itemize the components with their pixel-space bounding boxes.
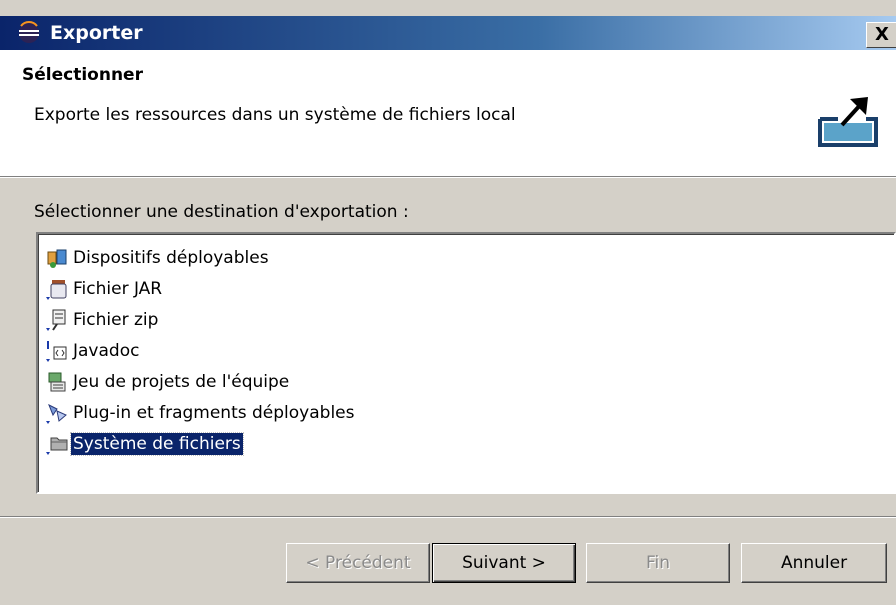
finish-button[interactable]: Fin [586,543,730,583]
file-system-icon [46,437,68,455]
finish-button-label: Fin [645,553,671,573]
jar-file-icon [46,280,67,300]
list-item-label: Fichier zip [73,310,159,330]
export-icon [818,97,878,147]
page-description: Exporte les ressources dans un système d… [34,105,516,125]
zip-file-icon [46,309,66,331]
footer-divider-highlight [0,517,896,518]
close-button[interactable]: X [866,22,896,48]
deployable-devices-icon [47,249,67,268]
back-button-label: < Précédent [305,553,411,573]
back-button[interactable]: < Précédent [286,543,430,583]
list-item-zip-file[interactable]: Fichier zip [45,305,160,335]
export-dialog: Exporter X Sélectionner Exporte les ress… [0,0,896,605]
plugin-fragments-icon [46,403,67,424]
list-item-file-system[interactable]: Système de fichiers [45,429,244,459]
list-item-label: Fichier JAR [73,279,163,299]
next-button[interactable]: Suivant > [432,543,576,583]
list-item-plugin-fragments[interactable]: Plug-in et fragments déployables [45,398,356,428]
wizard-header: Sélectionner Exporte les ressources dans… [0,50,896,176]
destination-list-frame: Dispositifs déployables Fichier JAR Fich… [38,234,894,492]
page-title: Sélectionner [22,65,143,85]
list-item-label: Plug-in et fragments déployables [73,403,355,423]
list-item-deployable-devices[interactable]: Dispositifs déployables [45,243,271,273]
list-item-javadoc[interactable]: Javadoc [45,336,141,366]
eclipse-icon [19,21,39,43]
list-item-team-project-set[interactable]: Jeu de projets de l'équipe [45,367,291,397]
list-item-label: Jeu de projets de l'équipe [73,372,290,392]
close-icon: X [875,24,889,45]
team-project-set-icon [48,372,66,392]
list-item-label: Dispositifs déployables [73,248,269,268]
destination-label: Sélectionner une destination d'exportati… [34,202,409,222]
cancel-button[interactable]: Annuler [741,543,887,583]
destination-list[interactable]: Dispositifs déployables Fichier JAR Fich… [36,232,896,494]
title-bar[interactable]: Exporter X [0,16,896,50]
header-divider-highlight [0,177,896,178]
cancel-button-label: Annuler [780,553,848,573]
javadoc-icon [46,341,67,362]
list-item-label: Javadoc [73,341,140,361]
next-button-label: Suivant > [462,553,546,573]
window-title: Exporter [50,22,143,44]
list-item-jar-file[interactable]: Fichier JAR [45,274,164,304]
destination-label-text: Sélectionner une destination d'exportati… [34,202,409,222]
list-item-label: Système de fichiers [70,432,244,456]
